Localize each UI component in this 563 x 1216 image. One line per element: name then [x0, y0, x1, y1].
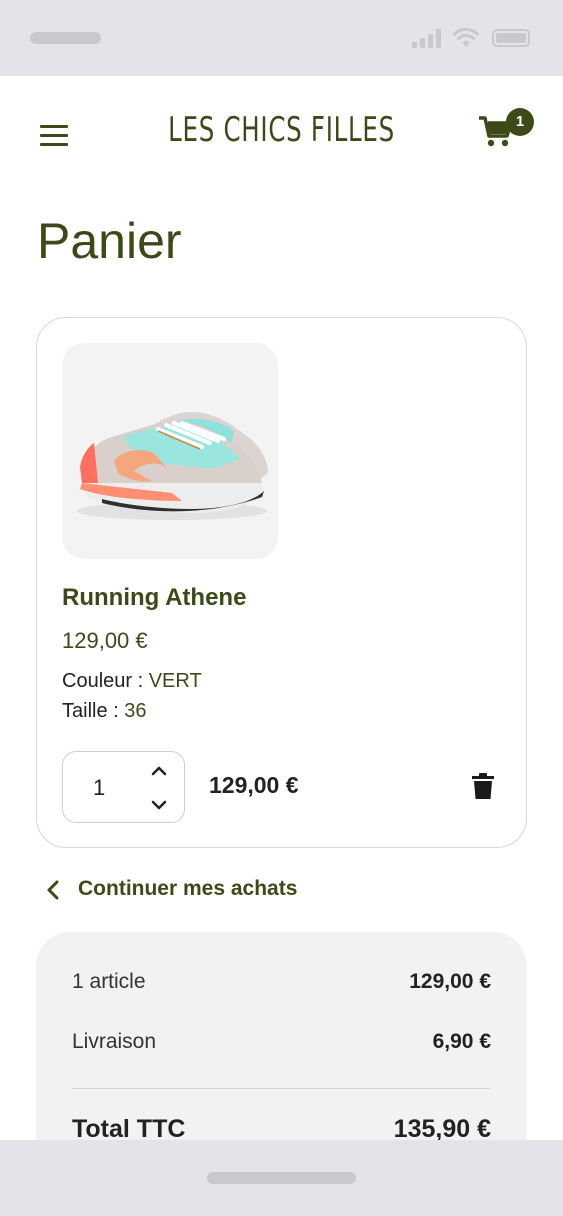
shipping-value: 6,90 €	[432, 1030, 491, 1053]
quantity-stepper[interactable]: 1	[62, 751, 185, 823]
sneaker-image	[77, 411, 268, 520]
menu-icon[interactable]	[40, 125, 68, 147]
chevron-up-icon[interactable]	[149, 763, 169, 779]
bottom-bar	[0, 1140, 563, 1216]
articles-value: 129,00 €	[409, 970, 491, 993]
home-indicator[interactable]	[207, 1172, 356, 1184]
product-color: Couleur : VERT	[62, 670, 202, 693]
quantity-value[interactable]: 1	[93, 775, 105, 801]
size-value: 36	[124, 700, 147, 722]
brand-logo[interactable]: LES CHICS FILLES	[79, 110, 484, 150]
size-label: Taille :	[62, 700, 119, 722]
articles-label: 1 article	[72, 970, 146, 993]
color-value: VERT	[148, 670, 202, 692]
signal-icon	[412, 28, 442, 48]
trash-icon[interactable]	[471, 772, 495, 800]
product-size: Taille : 36	[62, 700, 147, 723]
line-total: 129,00 €	[209, 772, 299, 798]
battery-icon	[492, 29, 530, 47]
shipping-label: Livraison	[72, 1030, 157, 1053]
status-bar	[0, 0, 563, 76]
summary-divider	[72, 1088, 491, 1089]
color-label: Couleur :	[62, 670, 144, 692]
status-pill	[30, 32, 101, 44]
cart-item-card: Running Athene 129,00 € Couleur : VERT T…	[36, 317, 527, 848]
continue-shopping-label: Continuer mes achats	[78, 877, 298, 900]
product-name[interactable]: Running Athene	[62, 584, 246, 612]
chevron-down-icon[interactable]	[149, 797, 169, 813]
chevron-left-icon	[47, 880, 59, 900]
header: LES CHICS FILLES 1	[0, 76, 563, 196]
page-title: Panier	[37, 213, 182, 269]
cart-count-badge: 1	[506, 108, 534, 136]
product-unit-price: 129,00 €	[62, 628, 148, 653]
product-image[interactable]	[62, 343, 278, 559]
wifi-icon	[453, 27, 479, 47]
